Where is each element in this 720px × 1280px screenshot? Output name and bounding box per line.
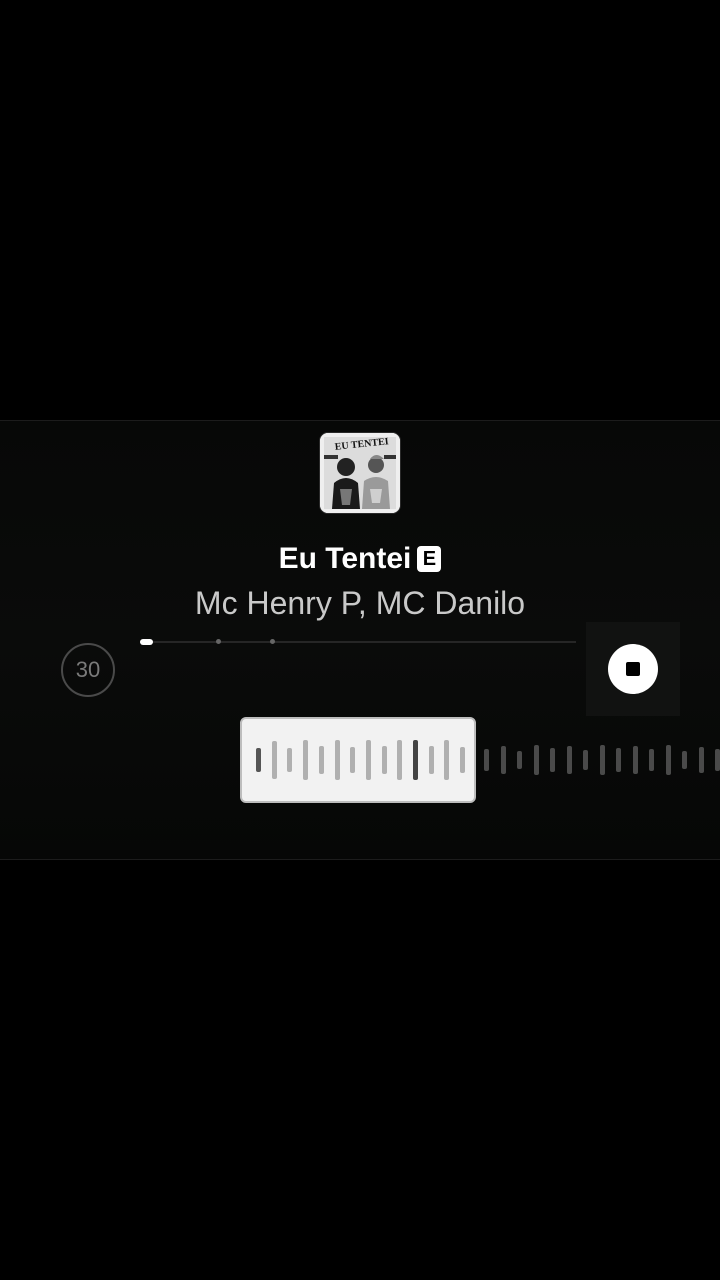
selected-waveform-bar: [365, 740, 371, 780]
track-artist: Mc Henry P, MC Danilo: [194, 585, 526, 621]
selected-waveform-bar: [287, 748, 293, 772]
waveform-bar: [649, 749, 654, 771]
waveform-bar: [550, 748, 555, 772]
waveform-bar: [500, 746, 506, 774]
waveform-bar: [517, 751, 522, 769]
selected-waveform-bar: [334, 740, 340, 780]
selected-waveform-bar: [460, 747, 466, 773]
stop-icon: [626, 662, 640, 676]
selected-waveform-bar: [256, 748, 261, 772]
waveform-bar: [632, 746, 638, 774]
selected-waveform-bar: [413, 740, 418, 780]
clip-selection-box[interactable]: [240, 717, 476, 803]
album-art-image: EU TENTEI: [320, 433, 400, 513]
duration-selector[interactable]: 30: [61, 643, 115, 697]
waveform-bar: [698, 747, 704, 773]
waveform-bar: [484, 749, 489, 771]
progress-fill: [140, 639, 153, 645]
selected-waveform-bar: [318, 746, 324, 774]
track-title-row: Eu Tentei E: [0, 539, 720, 579]
screen: EU TENTEI Eu Tentei E Mc Henry P, MC Dani…: [0, 0, 720, 1280]
waveform-bar: [533, 745, 539, 775]
waveform-bar: [715, 749, 720, 771]
album-art: EU TENTEI: [320, 433, 400, 513]
stop-button[interactable]: [608, 644, 658, 694]
waveform-bar: [583, 750, 588, 770]
music-sticker-panel: EU TENTEI Eu Tentei E Mc Henry P, MC Dani…: [0, 420, 720, 860]
selected-waveform-bar: [350, 747, 356, 773]
waveform-bar: [566, 746, 572, 774]
selected-waveform-bar: [444, 740, 450, 780]
selected-waveform-bar: [303, 740, 309, 780]
progress-tick: [270, 639, 275, 644]
waveform-bar: [682, 751, 687, 769]
explicit-badge: E: [417, 546, 442, 572]
selected-waveform-bar: [428, 746, 434, 774]
progress-bar[interactable]: [140, 639, 576, 645]
waveform-bar: [665, 745, 671, 775]
selected-waveform-bar: [381, 746, 387, 774]
track-title: Eu Tentei: [278, 542, 412, 575]
selected-waveform-bar: [271, 741, 277, 779]
waveform-bar: [616, 748, 621, 772]
waveform-bar: [599, 745, 605, 775]
progress-tick: [216, 639, 221, 644]
selected-waveform-bar: [397, 740, 403, 780]
stop-button-area[interactable]: [586, 622, 680, 716]
